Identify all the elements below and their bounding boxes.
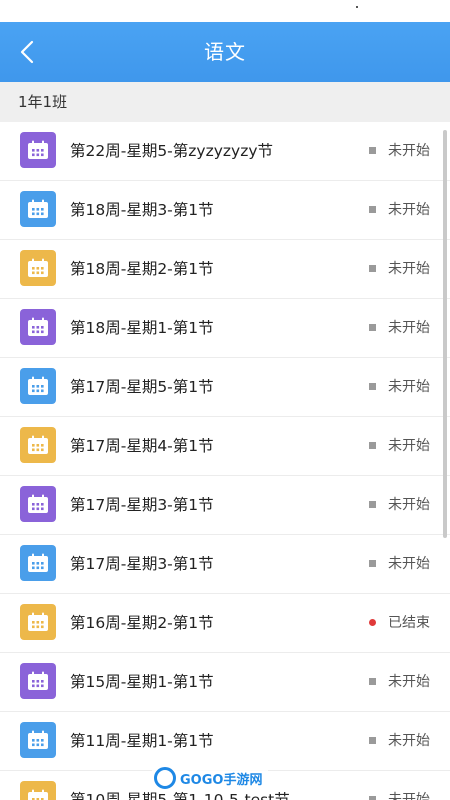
calendar-icon (20, 663, 56, 699)
lesson-title: 第15周-星期1-第1节 (70, 673, 214, 691)
calendar-icon (20, 545, 56, 581)
scrollbar[interactable] (443, 130, 447, 538)
watermark-text: GOGO手游网 (180, 772, 263, 788)
lesson-title: 第18周-星期1-第1节 (70, 319, 214, 337)
lesson-list-item[interactable]: 第17周-星期5-第1节 未开始 (0, 358, 450, 417)
lesson-status: 未开始 (369, 240, 430, 298)
header-bar: 语文 (0, 22, 450, 82)
lesson-status-text: 未开始 (388, 792, 430, 800)
calendar-icon (20, 309, 56, 345)
lesson-title: 第18周-星期3-第1节 (70, 201, 214, 219)
lesson-title: 第17周-星期3-第1节 (70, 555, 214, 573)
lesson-status: 未开始 (369, 417, 430, 475)
lesson-status: 未开始 (369, 299, 430, 357)
not-started-square-icon (369, 559, 376, 567)
lesson-list-item[interactable]: 第17周-星期3-第1节 未开始 (0, 535, 450, 594)
lesson-list-item[interactable]: 第22周-星期5-第zyzyzyzy节 未开始 (0, 122, 450, 181)
lesson-title: 第18周-星期2-第1节 (70, 260, 214, 278)
lesson-list-item[interactable]: 第16周-星期2-第1节 已结束 (0, 594, 450, 653)
not-started-square-icon (369, 382, 376, 390)
lesson-list-item[interactable]: 第18周-星期3-第1节 未开始 (0, 181, 450, 240)
lesson-list-item[interactable]: 第18周-星期2-第1节 未开始 (0, 240, 450, 299)
calendar-icon (20, 781, 56, 800)
lesson-title: 第22周-星期5-第zyzyzyzy节 (70, 142, 274, 160)
lesson-status-text: 已结束 (388, 615, 430, 631)
lesson-status-text: 未开始 (388, 674, 430, 690)
lesson-status-text: 未开始 (388, 497, 430, 513)
calendar-icon (20, 486, 56, 522)
not-started-square-icon (369, 441, 376, 449)
lesson-status: 未开始 (369, 771, 430, 800)
lesson-title: 第17周-星期3-第1节 (70, 496, 214, 514)
watermark-logo-icon (154, 767, 176, 789)
status-bar (0, 0, 450, 22)
lesson-status: 未开始 (369, 122, 430, 180)
lesson-title: 第17周-星期5-第1节 (70, 378, 214, 396)
lesson-list-item[interactable]: 第17周-星期4-第1节 未开始 (0, 417, 450, 476)
lesson-status-text: 未开始 (388, 556, 430, 572)
lesson-status: 未开始 (369, 181, 430, 239)
lesson-status-text: 未开始 (388, 261, 430, 277)
class-label: 1年1班 (18, 93, 68, 111)
lesson-status-text: 未开始 (388, 733, 430, 749)
lesson-title: 第11周-星期1-第1节 (70, 732, 214, 750)
status-dot (356, 6, 358, 8)
lesson-list-item[interactable]: 第18周-星期1-第1节 未开始 (0, 299, 450, 358)
not-started-square-icon (369, 795, 376, 800)
lesson-list-item[interactable]: 第15周-星期1-第1节 未开始 (0, 653, 450, 712)
watermark: GOGO手游网 (152, 764, 269, 792)
calendar-icon (20, 722, 56, 758)
lesson-status: 未开始 (369, 476, 430, 534)
page-title: 语文 (204, 40, 246, 64)
lesson-status: 未开始 (369, 358, 430, 416)
lesson-status-text: 未开始 (388, 202, 430, 218)
calendar-icon (20, 132, 56, 168)
ended-dot-icon (369, 618, 376, 626)
lesson-status: 未开始 (369, 712, 430, 770)
lesson-title: 第16周-星期2-第1节 (70, 614, 214, 632)
lesson-status: 已结束 (369, 594, 430, 652)
calendar-icon (20, 250, 56, 286)
lesson-list[interactable]: 第22周-星期5-第zyzyzyzy节 未开始 第18周-星期3-第1节 未开始 第18… (0, 122, 450, 800)
not-started-square-icon (369, 146, 376, 154)
not-started-square-icon (369, 323, 376, 331)
lesson-list-item[interactable]: 第17周-星期3-第1节 未开始 (0, 476, 450, 535)
not-started-square-icon (369, 264, 376, 272)
lesson-status: 未开始 (369, 535, 430, 593)
lesson-status: 未开始 (369, 653, 430, 711)
calendar-icon (20, 191, 56, 227)
not-started-square-icon (369, 500, 376, 508)
lesson-status-text: 未开始 (388, 438, 430, 454)
lesson-list-item[interactable]: 第11周-星期1-第1节 未开始 (0, 712, 450, 771)
lesson-title: 第17周-星期4-第1节 (70, 437, 214, 455)
not-started-square-icon (369, 736, 376, 744)
lesson-status-text: 未开始 (388, 320, 430, 336)
lesson-status-text: 未开始 (388, 143, 430, 159)
class-section-header: 1年1班 (0, 82, 450, 122)
calendar-icon (20, 427, 56, 463)
calendar-icon (20, 604, 56, 640)
not-started-square-icon (369, 205, 376, 213)
not-started-square-icon (369, 677, 376, 685)
calendar-icon (20, 368, 56, 404)
lesson-status-text: 未开始 (388, 379, 430, 395)
